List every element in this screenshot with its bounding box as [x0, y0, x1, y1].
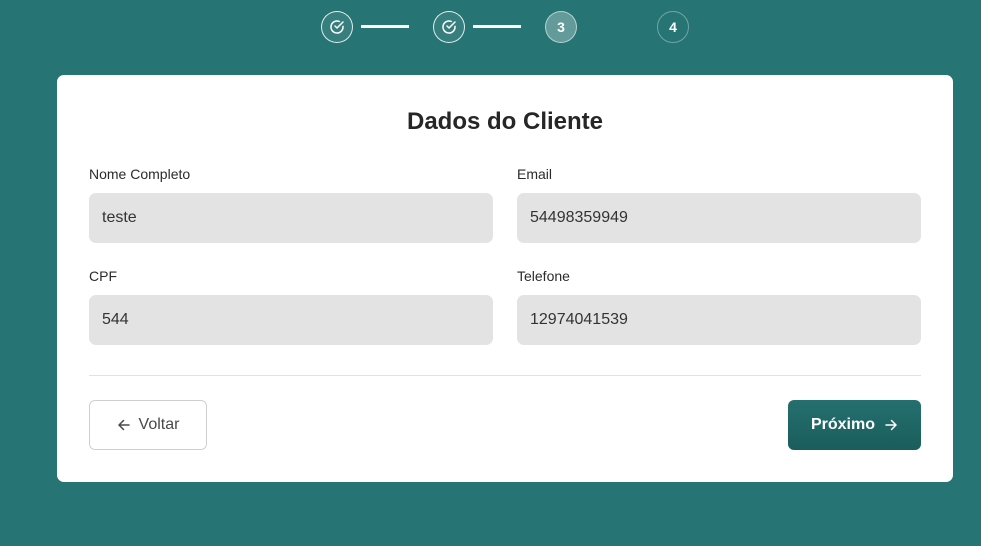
step-connector-2 — [473, 25, 521, 28]
cpf-label: CPF — [89, 268, 117, 284]
step-3-number: 3 — [557, 19, 565, 35]
step-connector-1 — [361, 25, 409, 28]
step-4-pending: 4 — [657, 11, 689, 43]
email-label: Email — [517, 166, 553, 182]
check-circle-icon — [329, 19, 345, 35]
step-3-active: 3 — [545, 11, 577, 43]
check-circle-icon — [441, 19, 457, 35]
step-1-completed — [321, 11, 353, 43]
next-button[interactable]: Próximo — [788, 400, 921, 450]
telefone-input[interactable] — [517, 295, 921, 345]
arrow-left-icon — [117, 418, 131, 432]
nome-completo-label: Nome Completo — [89, 166, 191, 182]
arrow-right-icon — [884, 418, 898, 432]
nome-completo-field-group: Nome Completo — [89, 165, 493, 243]
form-title: Dados do Cliente — [406, 108, 604, 135]
back-button-label: Voltar — [138, 416, 180, 433]
nome-completo-input[interactable] — [89, 193, 493, 243]
email-input[interactable] — [517, 193, 921, 243]
progress-stepper: 3 4 — [321, 11, 689, 43]
back-button[interactable]: Voltar — [89, 400, 207, 450]
cpf-field-group: CPF — [89, 267, 493, 345]
step-2-completed — [433, 11, 465, 43]
form-divider — [89, 375, 921, 376]
next-button-label: Próximo — [810, 416, 875, 433]
cpf-input[interactable] — [89, 295, 493, 345]
telefone-label: Telefone — [517, 268, 570, 284]
telefone-field-group: Telefone — [517, 267, 921, 345]
email-field-group: Email — [517, 165, 921, 243]
client-data-card: Dados do Cliente Nome Completo Email CPF… — [57, 75, 953, 482]
step-4-number: 4 — [669, 19, 677, 35]
